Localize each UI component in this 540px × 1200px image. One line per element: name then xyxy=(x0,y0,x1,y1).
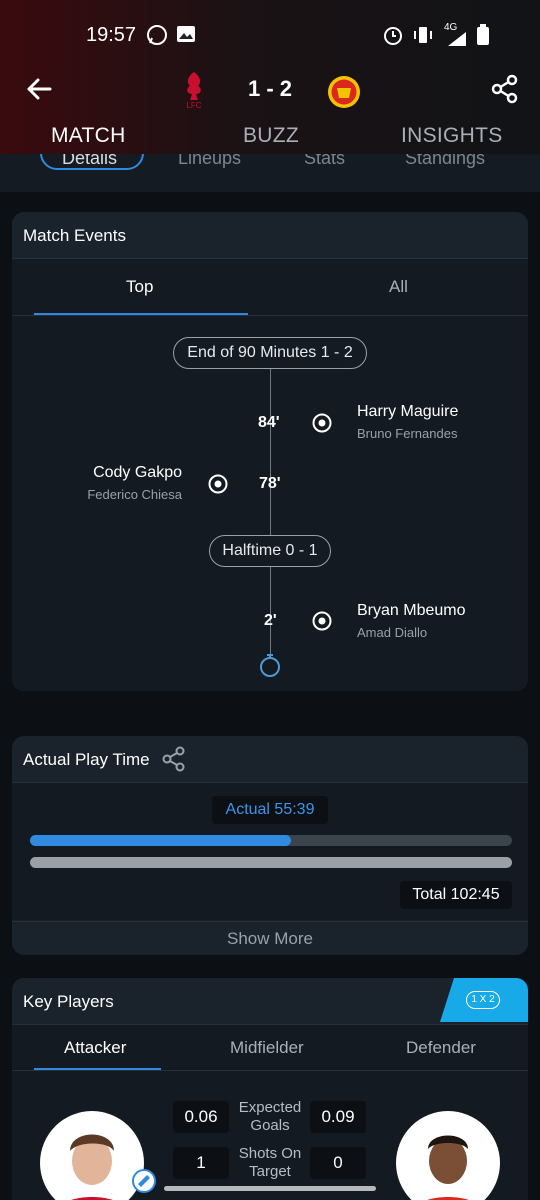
status-time: 19:57 xyxy=(86,24,137,46)
tab-insights[interactable]: INSIGHTS xyxy=(401,124,503,148)
away-team-crest-icon[interactable] xyxy=(326,74,362,110)
app-header: 19:57 4G LFC 1 - 2 MATCH BUZZ INSIGHTS xyxy=(0,0,540,160)
odds-badge[interactable]: 1 X 2 xyxy=(440,978,528,1022)
timeline-line xyxy=(270,369,271,557)
timeline-line-2 xyxy=(270,565,271,657)
key-players-body: Attacker Midfielder Defender 0.06 Expect… xyxy=(12,1024,528,1200)
actual-time-label: Actual 55:39 xyxy=(212,796,328,824)
event-minute: 78' xyxy=(259,475,281,492)
sub-tab-standings[interactable]: Standings xyxy=(405,154,485,169)
away-player-avatar[interactable] xyxy=(396,1111,500,1200)
status-bar: 19:57 4G xyxy=(0,20,540,52)
gesture-home-bar[interactable] xyxy=(164,1186,376,1191)
match-header: LFC 1 - 2 xyxy=(0,66,540,114)
goal-ball-icon xyxy=(208,474,228,494)
total-time-label: Total 102:45 xyxy=(400,881,512,909)
home-shots-on-target: 1 xyxy=(173,1147,229,1179)
alarm-icon xyxy=(382,24,404,51)
key-players-divider xyxy=(12,1070,528,1071)
tab-midfielder[interactable]: Midfielder xyxy=(230,1038,304,1058)
events-tab-top[interactable]: Top xyxy=(126,277,153,297)
stopwatch-icon xyxy=(258,652,282,683)
show-more-button[interactable]: Show More xyxy=(12,921,528,955)
share-icon[interactable] xyxy=(162,746,186,777)
event-assist[interactable]: Federico Chiesa xyxy=(87,487,182,502)
events-divider xyxy=(12,315,528,316)
sub-tab-stats[interactable]: Stats xyxy=(304,154,345,169)
home-player-avatar[interactable] xyxy=(40,1111,144,1200)
sub-tab-lineups[interactable]: Lineups xyxy=(178,154,241,169)
tab-defender[interactable]: Defender xyxy=(406,1038,476,1058)
events-tab-all[interactable]: All xyxy=(389,277,408,297)
actual-play-time-title: Actual Play Time xyxy=(23,750,150,769)
home-expected-goals: 0.06 xyxy=(173,1101,229,1133)
play-time-body: Actual 55:39 Total 102:45 xyxy=(12,782,528,920)
goal-ball-icon xyxy=(312,413,332,433)
event-player[interactable]: Harry Maguire xyxy=(357,403,458,421)
signal-icon xyxy=(446,30,468,53)
match-events-body: Top All End of 90 Minutes 1 - 2 84' Harr… xyxy=(12,258,528,691)
marker-end-of-90: End of 90 Minutes 1 - 2 xyxy=(173,337,367,369)
sub-tabs: Details Lineups Stats Standings xyxy=(0,154,540,192)
back-arrow-icon[interactable] xyxy=(24,74,54,104)
tab-match[interactable]: MATCH xyxy=(51,124,126,148)
gallery-icon xyxy=(176,24,196,49)
match-events-card: Match Events Top All End of 90 Minutes 1… xyxy=(12,212,528,691)
share-icon[interactable] xyxy=(490,74,520,104)
total-time-bar xyxy=(30,857,512,868)
match-score: 1 - 2 xyxy=(247,76,293,101)
shots-on-target-label: Shots On Target xyxy=(238,1145,302,1180)
match-events-title: Match Events xyxy=(23,226,126,245)
home-crest-text: LFC xyxy=(186,101,201,110)
event-assist[interactable]: Bruno Fernandes xyxy=(357,426,457,441)
main-tabs: MATCH BUZZ INSIGHTS xyxy=(0,120,540,154)
sub-tab-details[interactable]: Details xyxy=(62,154,117,169)
away-shots-on-target: 0 xyxy=(310,1147,366,1179)
event-minute: 2' xyxy=(264,612,277,629)
event-player[interactable]: Cody Gakpo xyxy=(93,464,182,482)
whatsapp-icon xyxy=(146,24,168,51)
key-players-title: Key Players xyxy=(23,992,114,1011)
event-player[interactable]: Bryan Mbeumo xyxy=(357,602,466,620)
tab-buzz[interactable]: BUZZ xyxy=(243,124,299,148)
marker-halftime: Halftime 0 - 1 xyxy=(209,535,331,567)
tab-attacker[interactable]: Attacker xyxy=(64,1038,126,1058)
home-team-crest-icon[interactable]: LFC xyxy=(180,70,208,110)
actual-play-time-card: Actual Play Time Actual 55:39 Total 102:… xyxy=(12,736,528,955)
vibrate-icon xyxy=(412,24,434,51)
expected-goals-label: Expected Goals xyxy=(238,1099,302,1134)
away-expected-goals: 0.09 xyxy=(310,1101,366,1133)
battery-icon xyxy=(476,24,490,51)
event-minute: 84' xyxy=(258,414,280,431)
actual-time-bar xyxy=(30,835,291,846)
goal-ball-icon xyxy=(312,611,332,631)
boot-icon xyxy=(132,1169,156,1198)
odds-badge-label: 1 X 2 xyxy=(466,991,500,1009)
key-players-card: Key Players 1 X 2 Attacker Midfielder De… xyxy=(12,978,528,1200)
event-assist[interactable]: Amad Diallo xyxy=(357,625,427,640)
